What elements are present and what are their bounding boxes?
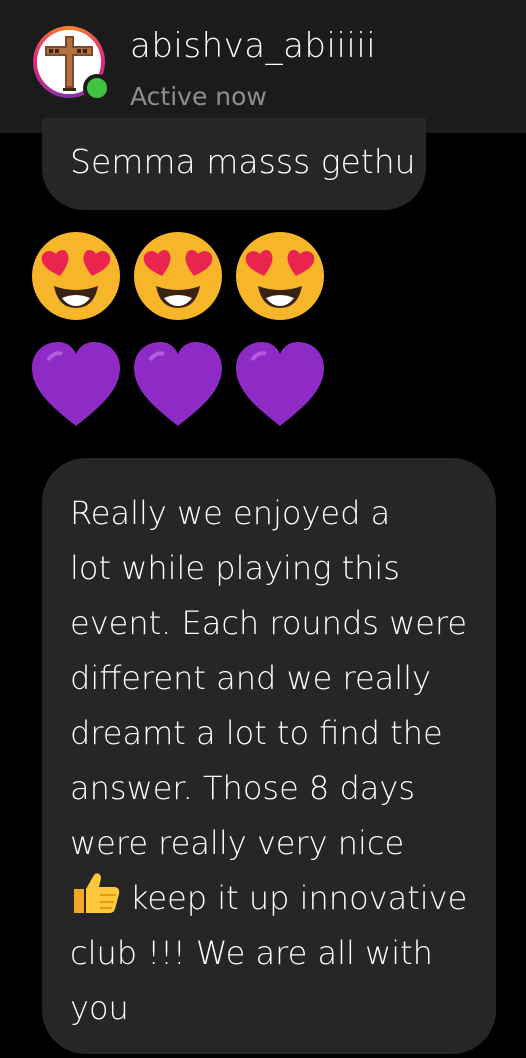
active-status: Active now xyxy=(130,82,267,111)
message-text: Semma masss gethu xyxy=(70,142,416,181)
username[interactable]: abishva_abiiiii xyxy=(130,26,376,66)
message-text: keep it up innovative xyxy=(130,879,468,917)
message-line-with-emoji: keep it up innovative xyxy=(70,871,470,926)
chat-header: abishva_abiiiii Active now xyxy=(0,0,526,133)
message-bubble[interactable]: Really we enjoyed a lot while playing th… xyxy=(42,458,496,1054)
message-line: were really very nice xyxy=(70,824,405,862)
heart-eyes-emoji-icon xyxy=(236,232,324,320)
message-line: dreamt a lot to find the xyxy=(70,714,443,752)
purple-heart-emoji-icon xyxy=(134,342,222,426)
emoji-message[interactable] xyxy=(28,340,328,430)
online-status-dot xyxy=(83,74,111,102)
message-line: lot while playing this xyxy=(70,549,400,587)
message-bubble[interactable]: Semma masss gethu xyxy=(42,118,426,210)
message-line: Really we enjoyed a xyxy=(70,494,391,532)
message-line: answer. Those 8 days xyxy=(70,769,415,807)
message-line: event. Each rounds were xyxy=(70,604,468,642)
message-line: club !!! We are all with xyxy=(70,934,433,972)
message-line: you xyxy=(70,989,129,1027)
avatar[interactable] xyxy=(33,26,111,102)
purple-heart-emoji-icon xyxy=(32,342,120,426)
emoji-message[interactable] xyxy=(28,228,328,324)
heart-eyes-emoji-icon xyxy=(134,232,222,320)
message-line: different and we really xyxy=(70,659,431,697)
purple-heart-emoji-icon xyxy=(236,342,324,426)
thumbs-up-emoji-icon xyxy=(74,873,120,913)
heart-eyes-emoji-icon xyxy=(32,232,120,320)
